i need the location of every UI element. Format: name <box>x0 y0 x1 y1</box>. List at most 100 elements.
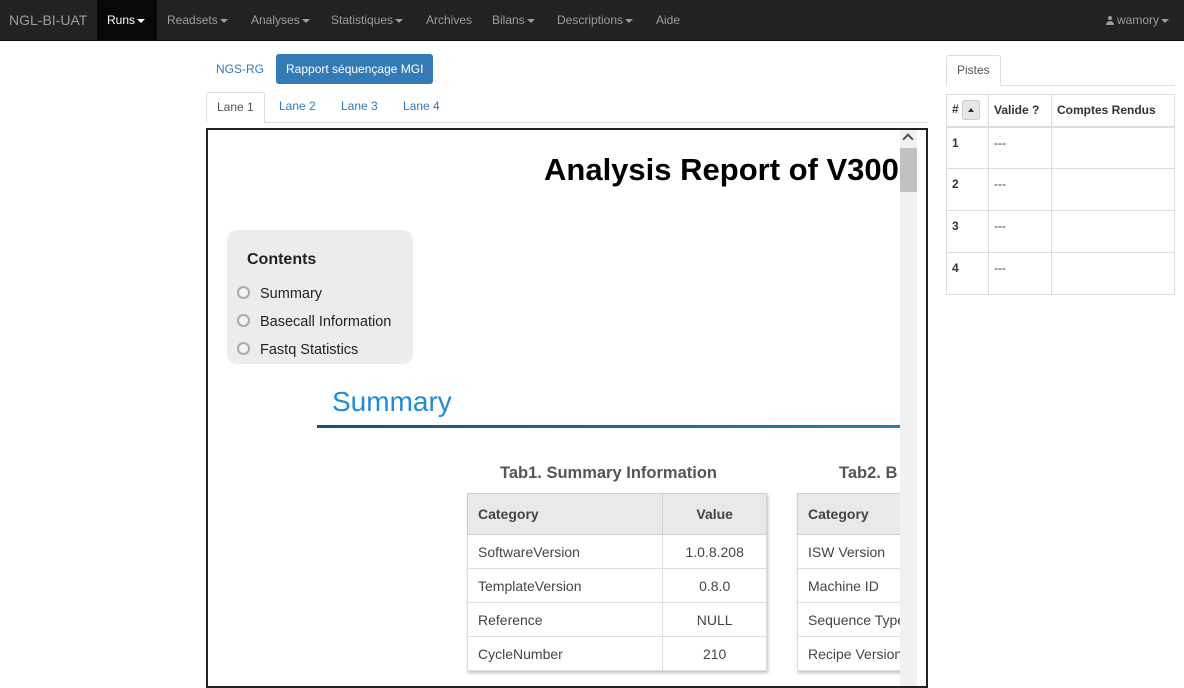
user-menu[interactable]: wamory <box>1106 0 1170 40</box>
tab-lane-3[interactable]: Lane 3 <box>331 92 388 123</box>
nav-aide[interactable]: Aide <box>656 0 680 40</box>
radio-icon <box>237 314 250 327</box>
section-title-summary: Summary <box>332 386 452 417</box>
nav-runs[interactable]: Runs <box>97 0 157 40</box>
sort-ascending-icon[interactable] <box>961 100 980 121</box>
section-divider <box>317 425 902 428</box>
radio-icon <box>237 342 250 355</box>
table-cell: TemplateVersion <box>466 568 664 603</box>
table-row[interactable]: 4 --- <box>946 252 1175 295</box>
table-row: Sequence Type <box>797 602 902 637</box>
lane-number: 3 <box>946 210 989 253</box>
column-header-valide: Valide ? <box>988 94 1052 128</box>
toc-item-summary[interactable]: Summary <box>237 286 322 302</box>
nav-statistiques[interactable]: Statistiques <box>331 0 404 40</box>
nav-descriptions-label: Descriptions <box>557 13 624 27</box>
nav-runs-label: Runs <box>107 13 136 27</box>
table-cell: SoftwareVersion <box>466 534 664 569</box>
toc-label: Fastq Statistics <box>260 342 359 358</box>
chevron-down-icon <box>526 18 535 23</box>
chevron-down-icon <box>219 18 228 23</box>
nav-analyses-label: Analyses <box>251 13 300 27</box>
table-row: Recipe Version <box>797 636 902 671</box>
column-header: Value <box>662 493 767 535</box>
toc-item-basecall[interactable]: Basecall Information <box>237 314 391 330</box>
table-cell: Machine ID <box>797 568 902 603</box>
report-frame[interactable]: Analysis Report of V300 Contents Summary… <box>206 128 928 688</box>
chevron-down-icon <box>137 18 146 23</box>
nav-archives[interactable]: Archives <box>426 0 472 40</box>
tab-lane-2[interactable]: Lane 2 <box>269 92 326 123</box>
tab-lane-4[interactable]: Lane 4 <box>393 92 450 123</box>
table-cell: Reference <box>466 602 664 637</box>
summary-info-table: Category Value SoftwareVersion 1.0.8.208… <box>466 493 767 671</box>
top-navbar: NGL-BI-UAT Runs Readsets Analyses Statis… <box>0 0 1184 41</box>
table-row: CycleNumber 210 <box>466 636 767 671</box>
nav-bilans[interactable]: Bilans <box>492 0 535 40</box>
table-cell: Sequence Type <box>797 602 902 637</box>
table-cell: 0.8.0 <box>662 568 767 603</box>
radio-icon <box>237 286 250 299</box>
tab1-caption: Tab1. Summary Information <box>500 464 717 482</box>
scroll-up-icon[interactable] <box>900 130 917 147</box>
report-content: Analysis Report of V300 Contents Summary… <box>208 130 902 686</box>
chevron-down-icon <box>1161 18 1170 23</box>
chevron-down-icon <box>301 18 310 23</box>
table-row[interactable]: 2 --- <box>946 168 1175 211</box>
lane-number: 1 <box>946 126 989 169</box>
table-cell: Recipe Version <box>797 636 902 671</box>
column-header-num: # <box>946 94 989 128</box>
nav-readsets[interactable]: Readsets <box>167 0 228 40</box>
table-row: Machine ID <box>797 568 902 603</box>
table-cell: 1.0.8.208 <box>662 534 767 569</box>
chevron-down-icon <box>625 18 634 23</box>
nav-descriptions[interactable]: Descriptions <box>557 0 634 40</box>
basecall-info-table: Category ISW Version Machine ID Sequence… <box>797 493 902 671</box>
lane-valid: --- <box>988 252 1052 295</box>
table-cell: ISW Version <box>797 534 902 569</box>
scroll-thumb[interactable] <box>900 148 917 192</box>
tab2-caption: Tab2. B <box>839 464 898 482</box>
column-header: Category <box>466 493 664 535</box>
nav-aide-label: Aide <box>656 13 681 27</box>
table-row[interactable]: 3 --- <box>946 210 1175 253</box>
column-header-label: # <box>952 102 959 117</box>
report-scrollbar[interactable] <box>900 130 917 686</box>
toc-label: Summary <box>260 286 323 302</box>
pill-rapport-mgi[interactable]: Rapport séquençage MGI <box>276 54 434 84</box>
contents-box: Contents Summary Basecall Information Fa… <box>227 230 413 364</box>
table-cell: NULL <box>662 602 767 637</box>
lane-report <box>1051 252 1175 295</box>
column-header: Category <box>797 493 902 535</box>
toc-item-fastq[interactable]: Fastq Statistics <box>237 342 358 358</box>
nav-readsets-label: Readsets <box>167 13 218 27</box>
lane-number: 4 <box>946 252 989 295</box>
user-icon <box>1106 16 1114 25</box>
pill-ngs-rg[interactable]: NGS-RG <box>206 54 274 84</box>
lane-valid: --- <box>988 210 1052 253</box>
toc-label: Basecall Information <box>260 314 392 330</box>
user-name: wamory <box>1117 13 1160 27</box>
lane-number: 2 <box>946 168 989 211</box>
lane-valid: --- <box>988 168 1052 211</box>
nav-analyses[interactable]: Analyses <box>251 0 310 40</box>
pistes-table: # Valide ? Comptes Rendus 1 --- 2 --- 3 … <box>946 94 1175 295</box>
lane-report <box>1051 168 1175 211</box>
table-cell: CycleNumber <box>466 636 664 671</box>
lane-report <box>1051 126 1175 169</box>
nav-archives-label: Archives <box>426 13 473 27</box>
tab-lane-1[interactable]: Lane 1 <box>206 92 265 123</box>
nav-statistiques-label: Statistiques <box>331 13 394 27</box>
table-row[interactable]: 1 --- <box>946 126 1175 169</box>
table-row: ISW Version <box>797 534 902 569</box>
table-row: Reference NULL <box>466 602 767 637</box>
chevron-down-icon <box>395 18 404 23</box>
lane-report <box>1051 210 1175 253</box>
nav-bilans-label: Bilans <box>492 13 525 27</box>
table-row: TemplateVersion 0.8.0 <box>466 568 767 603</box>
report-title: Analysis Report of V300 <box>544 152 899 187</box>
column-header-comptes-rendus: Comptes Rendus <box>1051 94 1175 128</box>
app-brand[interactable]: NGL-BI-UAT <box>9 12 87 28</box>
tab-pistes[interactable]: Pistes <box>946 55 1001 86</box>
lane-valid: --- <box>988 126 1052 169</box>
